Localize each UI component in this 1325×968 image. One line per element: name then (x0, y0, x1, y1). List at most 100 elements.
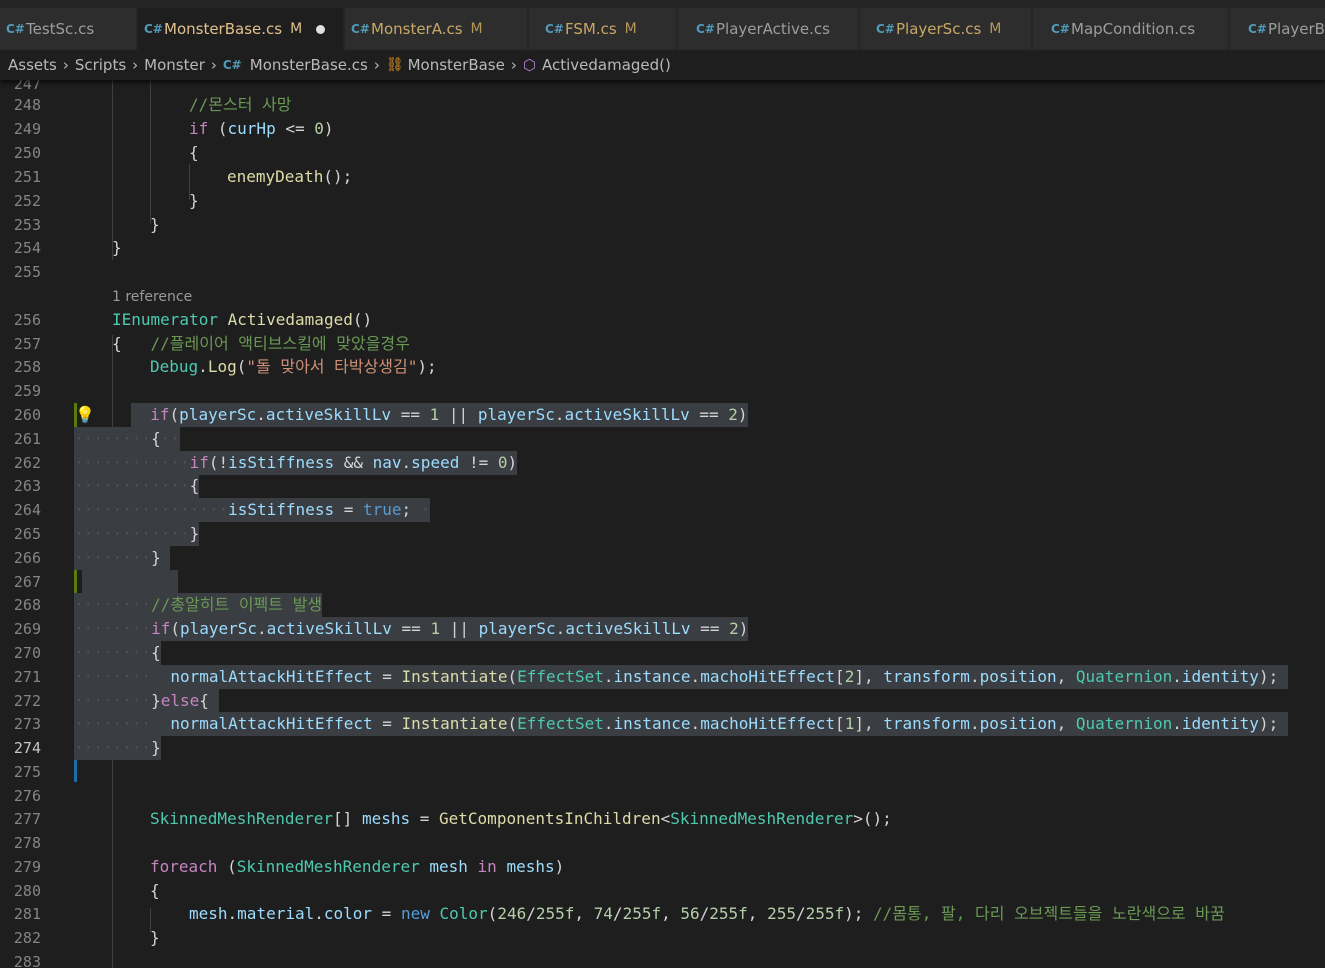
line-number-current: 274 (13, 739, 41, 757)
code-line: 276 (0, 784, 1325, 808)
line-number: 277 (13, 810, 41, 828)
tab-monstera[interactable]: C# MonsterA.cs M (345, 8, 528, 50)
line-number: 272 (13, 692, 41, 710)
tab-label: MonsterBase.cs (164, 20, 283, 38)
chevron-right-icon: › (373, 56, 380, 74)
code-line: 254 } (0, 236, 1325, 260)
code-line: 261 ········{·· (0, 427, 1325, 451)
line-number: 263 (13, 477, 41, 495)
line-number: 256 (13, 311, 41, 329)
chevron-right-icon: › (510, 56, 517, 74)
breadcrumb-assets[interactable]: Assets (8, 56, 57, 74)
tab-monsterbase[interactable]: C# MonsterBase.cs M (138, 8, 344, 50)
modified-status: M (470, 21, 483, 37)
line-number: 275 (13, 763, 41, 781)
code-line: 268 ········//총알히트 이펙트 발생 (0, 593, 1325, 617)
code-line: 257 { //플레이어 액티브스킬에 맞았을경우 (0, 332, 1325, 356)
code-comment: //플레이어 액티브스킬에 맞았을경우 (150, 334, 410, 353)
line-number: 252 (13, 192, 41, 210)
line-number: 282 (13, 929, 41, 947)
code-line: 253 } (0, 213, 1325, 237)
code-line: 266 ········} (0, 546, 1325, 570)
unsaved-dot-icon[interactable] (316, 24, 326, 34)
line-number: 255 (13, 263, 41, 281)
code-line: 250 { (0, 141, 1325, 165)
code-line: 280 { (0, 879, 1325, 903)
chevron-right-icon: › (62, 56, 69, 74)
csharp-file-icon: C# (876, 22, 895, 36)
line-number: 271 (13, 668, 41, 686)
csharp-file-icon: C# (1051, 22, 1070, 36)
code-line: 252 } (0, 189, 1325, 213)
code-line: 274 ········} (0, 736, 1325, 760)
code-line: 249 if (curHp <= 0) (0, 117, 1325, 141)
line-number: 250 (13, 144, 41, 162)
tab-playeractive[interactable]: C# PlayerActive.cs (678, 8, 859, 50)
breadcrumb-method[interactable]: Activedamaged() (542, 56, 671, 74)
line-number: 268 (13, 596, 41, 614)
code-line: 281 mesh.material.color = new Color(246/… (0, 902, 1325, 926)
line-number: 278 (13, 834, 41, 852)
code-comment: //총알히트 이펙트 발생 (151, 595, 323, 614)
code-comment: //몸통, 팔, 다리 오브젝트들을 노란색으로 바꿈 (873, 904, 1225, 923)
code-line: 263 ············{ (0, 474, 1325, 498)
csharp-file-icon: C# (1248, 22, 1267, 36)
tab-mapcondition[interactable]: C# MapCondition.cs (1033, 8, 1229, 50)
tab-testsc[interactable]: C# TestSc.cs (0, 8, 137, 50)
line-number: 258 (13, 358, 41, 376)
class-icon: ⛓ (385, 57, 404, 73)
csharp-file-icon: C# (696, 22, 715, 36)
code-line: 272 ········}else{ (0, 689, 1325, 713)
line-number: 269 (13, 620, 41, 638)
line-number: 253 (13, 216, 41, 234)
line-number: 283 (13, 953, 41, 968)
code-line: 264 ················isStiffness = true; … (0, 498, 1325, 522)
codelens-references[interactable]: 1 reference (112, 285, 192, 309)
breadcrumb-class[interactable]: MonsterBase (408, 56, 505, 74)
code-line: 260 💡 if(playerSc.activeSkillLv == 1 || … (0, 403, 1325, 427)
line-number: 260 (13, 406, 41, 424)
lightbulb-icon[interactable]: 💡 (75, 403, 95, 427)
line-number: 276 (13, 787, 41, 805)
code-line: 265 ············} (0, 522, 1325, 546)
tab-label: PlayerSc.cs (896, 20, 982, 38)
code-line: 271 ········ normalAttackHitEffect = Ins… (0, 665, 1325, 689)
modified-status: M (290, 21, 303, 37)
line-number: 249 (13, 120, 41, 138)
code-line: 255 (0, 260, 1325, 284)
breadcrumb-file[interactable]: MonsterBase.cs (250, 56, 368, 74)
line-number: 264 (13, 501, 41, 519)
tab-label: PlayerB (1268, 20, 1325, 38)
tab-playerb[interactable]: C# PlayerB (1230, 8, 1325, 50)
line-number: 266 (13, 549, 41, 567)
tab-fsm[interactable]: C# FSM.cs M (529, 8, 677, 50)
line-number: 281 (13, 905, 41, 923)
editor-tab-bar: C# TestSc.cs C# MonsterBase.cs M C# Mons… (0, 0, 1325, 50)
code-line: 283 (0, 950, 1325, 968)
chevron-right-icon: › (210, 56, 217, 74)
line-number: 273 (13, 715, 41, 733)
csharp-file-icon: C# (222, 58, 242, 72)
line-number: 265 (13, 525, 41, 543)
line-number: 270 (13, 644, 41, 662)
code-line: 275 (0, 760, 1325, 784)
line-number: 257 (13, 335, 41, 353)
code-editor[interactable]: 247 248 //몬스터 사망 249 if (curHp <= 0) 250… (0, 80, 1325, 968)
code-line: 262 ············if(!isStiffness && nav.s… (0, 451, 1325, 475)
code-line: 269 ········if(playerSc.activeSkillLv ==… (0, 617, 1325, 641)
code-line: 282 } (0, 926, 1325, 950)
breadcrumb: Assets › Scripts › Monster › C# MonsterB… (0, 50, 1325, 80)
breadcrumb-monster[interactable]: Monster (144, 56, 205, 74)
line-number: 279 (13, 858, 41, 876)
line-number: 267 (13, 573, 41, 591)
line-number: 261 (13, 430, 41, 448)
csharp-file-icon: C# (545, 22, 564, 36)
code-line: 277 SkinnedMeshRenderer[] meshs = GetCom… (0, 807, 1325, 831)
tab-label: MonsterA.cs (371, 20, 463, 38)
breadcrumb-scripts[interactable]: Scripts (75, 56, 126, 74)
code-line: 248 //몬스터 사망 (0, 93, 1325, 117)
tab-label: FSM.cs (565, 20, 617, 38)
tab-playersc[interactable]: C# PlayerSc.cs M (860, 8, 1032, 50)
tab-label: TestSc.cs (26, 20, 95, 38)
tab-label: PlayerActive.cs (716, 20, 830, 38)
